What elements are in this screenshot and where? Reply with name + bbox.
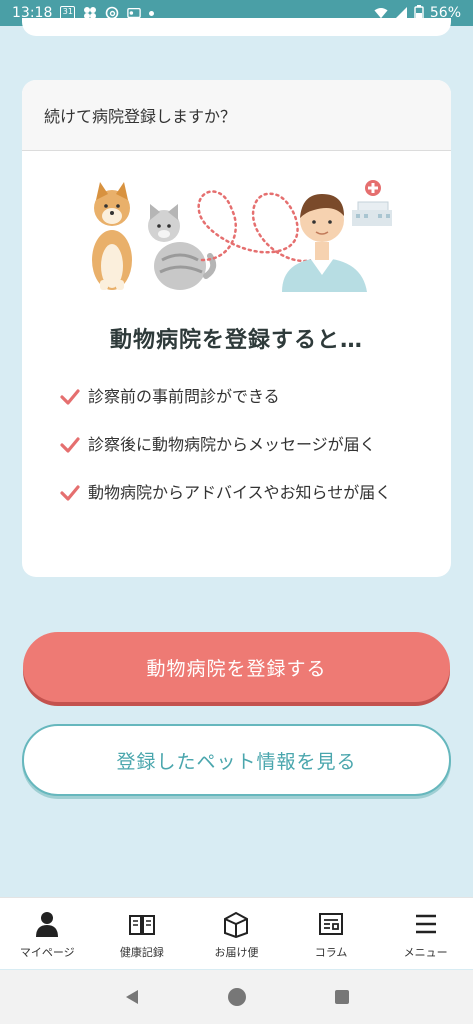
nav-item-health-record[interactable]: 健康記録 — [95, 898, 190, 969]
back-icon[interactable] — [123, 988, 141, 1006]
nav-item-column[interactable]: コラム — [284, 898, 379, 969]
nav-label: お届け便 — [214, 946, 259, 959]
view-pet-info-button[interactable]: 登録したペット情報を見る — [22, 724, 451, 796]
check-icon — [60, 437, 80, 453]
cat-icon — [148, 204, 217, 290]
check-icon — [60, 389, 80, 405]
nav-item-menu[interactable]: メニュー — [378, 898, 473, 969]
notification-dot-icon — [149, 10, 155, 16]
box-icon — [224, 911, 249, 938]
home-icon[interactable] — [227, 987, 247, 1007]
card-title: 動物病院を登録すると… — [109, 328, 363, 353]
nav-item-mypage[interactable]: マイページ — [0, 898, 95, 969]
shiba-dog-icon — [92, 182, 132, 290]
book-icon — [128, 915, 155, 935]
nav-item-delivery[interactable]: お届け便 — [189, 898, 284, 969]
benefit-item: 動物病院からアドバイスやお知らせが届く — [60, 480, 415, 506]
system-nav-bar — [0, 970, 473, 1024]
register-hospital-button[interactable]: 動物病院を登録する — [23, 632, 450, 702]
benefit-text: 診察後に動物病院からメッセージが届く — [88, 435, 376, 454]
heart-icon — [197, 190, 314, 263]
nav-label: マイページ — [19, 946, 75, 959]
nav-label: 健康記録 — [119, 946, 164, 959]
hospital-icon — [352, 180, 392, 226]
nav-label: コラム — [314, 946, 348, 959]
pets-and-vet-illustration — [92, 180, 392, 292]
column-icon — [319, 913, 344, 935]
hospital-register-card: 続けて病院登録しますか？ 動物病院を登録すると… 診察前の事前問診ができる 診察… — [22, 80, 451, 577]
menu-icon — [415, 914, 436, 934]
person-icon — [36, 912, 59, 937]
bottom-nav: マイページ 健康記録 お届け便 コラム メニュー — [0, 897, 473, 969]
recents-icon[interactable] — [334, 989, 350, 1005]
previous-card — [22, 18, 451, 36]
benefit-item: 診察後に動物病院からメッセージが届く — [60, 432, 415, 458]
benefit-text: 診察前の事前問診ができる — [88, 387, 280, 406]
benefit-text: 動物病院からアドバイスやお知らせが届く — [88, 483, 392, 502]
doctor-icon — [282, 194, 367, 292]
nav-label: メニュー — [403, 946, 448, 959]
card-header: 続けて病院登録しますか？ — [22, 80, 451, 151]
benefit-item: 診察前の事前問診ができる — [60, 384, 415, 410]
check-icon — [60, 485, 80, 501]
